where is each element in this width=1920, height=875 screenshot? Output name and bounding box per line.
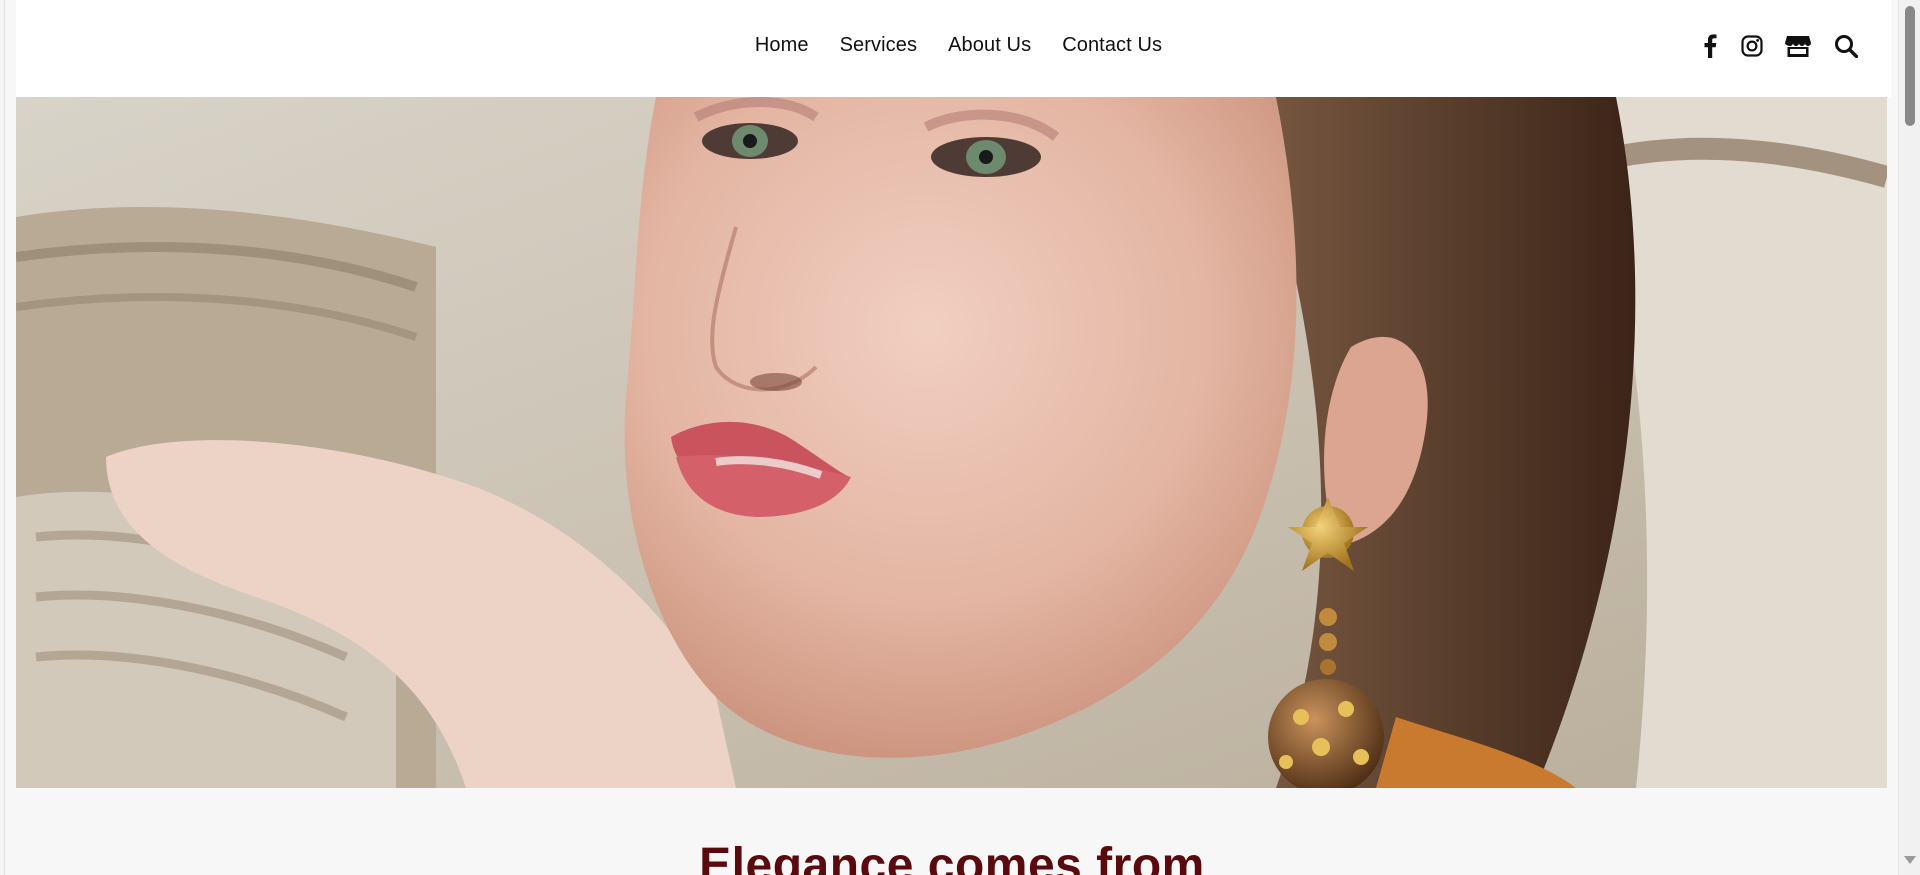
nav-contact-us[interactable]: Contact Us — [1062, 33, 1162, 57]
instagram-icon[interactable] — [1737, 31, 1767, 61]
nav-home[interactable]: Home — [755, 33, 809, 57]
nav-about-us[interactable]: About Us — [948, 33, 1031, 57]
browser-viewport: Home Services About Us Contact Us Elegan… — [0, 0, 1898, 875]
search-icon[interactable] — [1831, 31, 1861, 61]
headline: Elegance comes from — [699, 839, 1205, 875]
facebook-icon[interactable] — [1695, 31, 1725, 61]
hero-image — [16, 97, 1887, 788]
site-header: Home Services About Us Contact Us — [16, 0, 1891, 97]
header-icons — [1695, 31, 1861, 61]
vertical-scrollbar[interactable] — [1898, 0, 1920, 875]
main-nav: Home Services About Us Contact Us — [16, 33, 1891, 57]
nav-services[interactable]: Services — [840, 33, 918, 57]
scrollbar-thumb[interactable] — [1905, 6, 1915, 126]
scroll-down-arrow-icon[interactable] — [1904, 856, 1916, 864]
page: Home Services About Us Contact Us Elegan… — [4, 0, 1898, 875]
store-icon[interactable] — [1783, 31, 1813, 61]
